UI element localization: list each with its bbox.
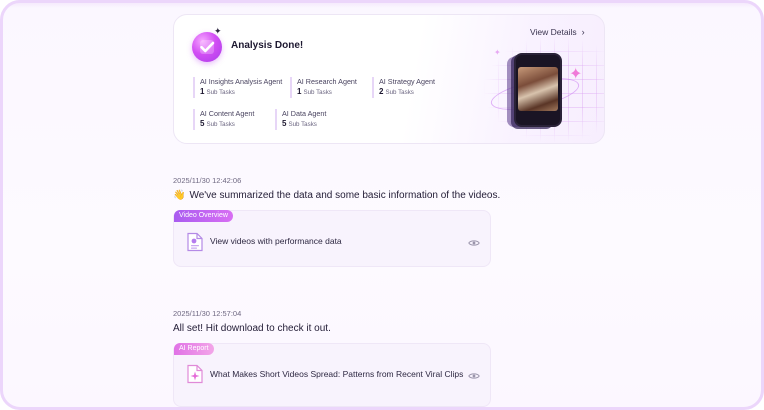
agent-name: AI Insights Analysis Agent <box>200 77 283 86</box>
agent-content: AI Content Agent 5 Sub Tasks <box>193 109 254 130</box>
agent-name: AI Data Agent <box>282 109 327 118</box>
chevron-right-icon: › <box>581 27 585 37</box>
message-text: All set! Hit download to check it out. <box>173 323 331 334</box>
top-fade <box>0 0 764 8</box>
card-title: View videos with performance data <box>210 236 342 246</box>
document-icon <box>187 364 203 384</box>
view-details-button[interactable]: View Details › <box>530 27 585 37</box>
eye-icon[interactable] <box>468 372 480 380</box>
agent-subtasks: 1 Sub Tasks <box>200 87 235 96</box>
sparkle-icon: ✦ <box>214 26 222 36</box>
agent-subtasks: 5 Sub Tasks <box>200 119 235 128</box>
analysis-done-card: ✦ Analysis Done! View Details › AI Insig… <box>173 14 605 144</box>
document-icon <box>187 232 203 252</box>
waving-hand-icon: 👋 <box>173 190 186 201</box>
agent-name: AI Research Agent <box>297 77 357 86</box>
card-title: What Makes Short Videos Spread: Patterns… <box>210 369 464 379</box>
video-overview-card[interactable]: Video Overview View videos with performa… <box>173 210 491 267</box>
card-tag: AI Report <box>174 343 214 355</box>
agent-insights-analysis: AI Insights Analysis Agent 1 Sub Tasks <box>193 77 282 98</box>
chat-panel: ✦ Analysis Done! View Details › AI Insig… <box>0 0 764 410</box>
agent-strategy: AI Strategy Agent 2 Sub Tasks <box>372 77 435 98</box>
ai-report-card[interactable]: AI Report What Makes Short Videos Spread… <box>173 343 491 407</box>
message-text: 👋 We've summarized the data and some basi… <box>173 190 501 201</box>
view-details-label: View Details <box>530 27 577 37</box>
card-tag: Video Overview <box>174 210 233 222</box>
agent-subtasks: 1 Sub Tasks <box>297 87 332 96</box>
analysis-title: Analysis Done! <box>231 40 304 51</box>
agent-name: AI Strategy Agent <box>379 77 435 86</box>
video-thumbnail <box>518 67 558 111</box>
agent-data: AI Data Agent 5 Sub Tasks <box>275 109 326 130</box>
message-timestamp: 2025/11/30 12:42:06 <box>173 176 242 185</box>
phone-illustration <box>514 53 562 127</box>
check-badge-icon <box>192 32 222 62</box>
agent-research: AI Research Agent 1 Sub Tasks <box>290 77 357 98</box>
sparkle-icon: ✦ <box>494 48 501 57</box>
sparkle-icon: ✦ <box>569 66 583 83</box>
agent-name: AI Content Agent <box>200 109 255 118</box>
agent-subtasks: 2 Sub Tasks <box>379 87 414 96</box>
agent-subtasks: 5 Sub Tasks <box>282 119 317 128</box>
eye-icon[interactable] <box>468 239 480 247</box>
message-timestamp: 2025/11/30 12:57:04 <box>173 309 242 318</box>
